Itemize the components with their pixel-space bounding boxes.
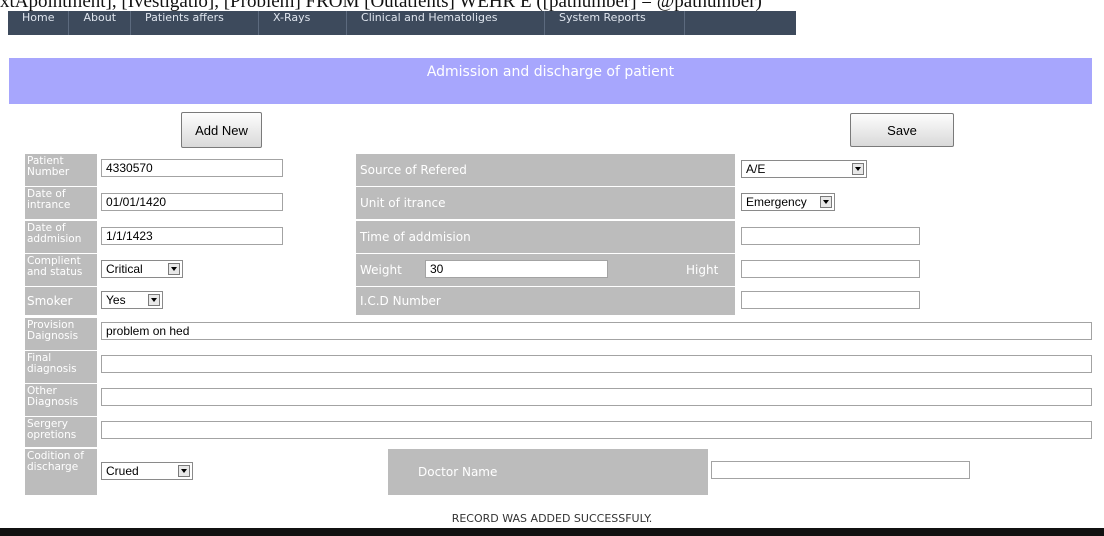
chevron-down-icon (852, 163, 864, 175)
page-title: Admission and discharge of patient (9, 58, 1092, 104)
weight-label: Weight (360, 263, 402, 277)
date-of-intrance-label: Date of intrance (25, 187, 97, 219)
patient-number-input[interactable]: 4330570 (101, 159, 283, 177)
weight-input[interactable]: 30 (425, 260, 608, 278)
source-of-refered-value: A/E (746, 162, 766, 176)
unit-of-itrance-select[interactable]: Emergency (741, 193, 835, 211)
time-of-addmision-input[interactable] (741, 227, 920, 245)
top-nav-bar: Home About Patients affers X-Rays Clinic… (8, 11, 796, 35)
hight-label: Hight (686, 263, 719, 277)
smoker-select[interactable]: Yes (101, 291, 163, 309)
doctor-name-label: Doctor Name (388, 449, 708, 495)
save-button[interactable]: Save (850, 113, 954, 147)
other-diagnosis-input[interactable] (101, 388, 1092, 406)
provision-diagnosis-label: Provision Daignosis (25, 318, 97, 350)
provision-diagnosis-input[interactable]: problem on hed (101, 322, 1092, 340)
doctor-name-input[interactable] (711, 461, 970, 479)
final-diagnosis-label: Final diagnosis (25, 351, 97, 383)
condition-discharge-select[interactable]: Crued (101, 462, 193, 480)
unit-of-itrance-label: Unit of itrance (356, 187, 735, 219)
smoker-value: Yes (106, 293, 126, 307)
sergery-opretions-label: Sergery opretions (25, 417, 97, 447)
nav-x-rays[interactable]: X-Rays (259, 11, 348, 35)
condition-discharge-label: Codition of discharge (25, 449, 97, 495)
add-new-button[interactable]: Add New (181, 112, 262, 148)
source-of-refered-label: Source of Refered (356, 154, 735, 186)
compliant-status-select[interactable]: Critical (101, 260, 183, 278)
icd-number-input[interactable] (741, 291, 920, 309)
hight-input[interactable] (741, 260, 920, 278)
date-of-intrance-input[interactable]: 01/01/1420 (101, 193, 283, 211)
nav-patients-affers[interactable]: Patients affers (131, 11, 260, 35)
compliant-status-value: Critical (106, 262, 143, 276)
nav-about[interactable]: About (69, 11, 132, 35)
date-of-addmision-label: Date of addmision (25, 221, 97, 253)
status-message: RECORD WAS ADDED SUCCESSFULY. (451, 512, 653, 525)
source-of-refered-select[interactable]: A/E (741, 160, 867, 178)
unit-of-itrance-value: Emergency (746, 195, 807, 209)
sergery-opretions-input[interactable] (101, 421, 1092, 439)
final-diagnosis-input[interactable] (101, 355, 1092, 373)
patient-number-label: Patient Number (25, 154, 97, 186)
smoker-label: Smoker (25, 287, 97, 315)
bottom-bar (0, 528, 1104, 536)
condition-discharge-value: Crued (106, 464, 139, 478)
nav-clinical-hematoliges[interactable]: Clinical and Hematoliges (347, 11, 546, 35)
nav-home[interactable]: Home (8, 11, 70, 35)
chevron-down-icon (168, 263, 180, 275)
time-of-addmision-label: Time of addmision (356, 221, 735, 253)
compliant-status-label: Complient and status (25, 254, 97, 286)
chevron-down-icon (148, 294, 160, 306)
chevron-down-icon (178, 465, 190, 477)
chevron-down-icon (820, 196, 832, 208)
icd-number-label: I.C.D Number (356, 287, 735, 315)
nav-system-reports[interactable]: System Reports (545, 11, 686, 35)
other-diagnosis-label: Other Diagnosis (25, 384, 97, 416)
date-of-addmision-input[interactable]: 1/1/1423 (101, 227, 283, 245)
